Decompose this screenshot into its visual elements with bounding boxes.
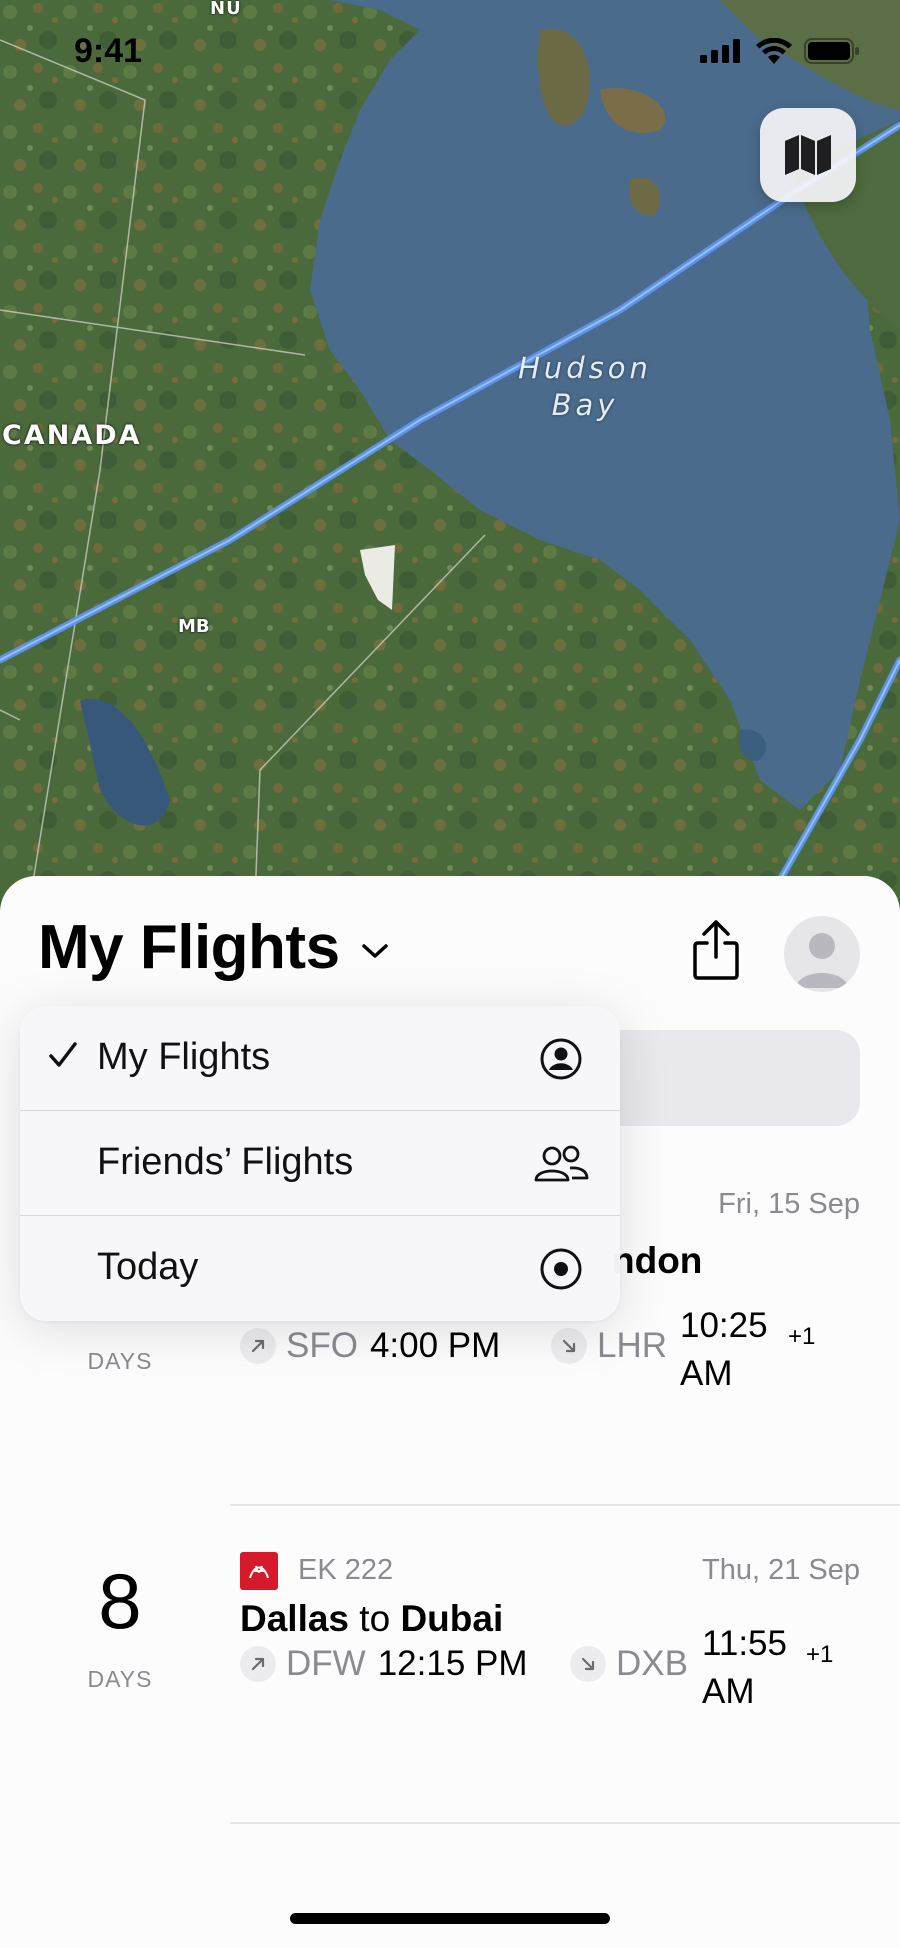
map-label-hudson-bay: Hudson Bay: [518, 351, 652, 422]
battery-icon: [804, 38, 859, 64]
map-view[interactable]: NU CANADA MB Hudson Bay 9:41: [0, 0, 900, 900]
arrival-info: DXB: [570, 1644, 700, 1684]
map-mode-button[interactable]: [760, 108, 856, 202]
status-icons: [700, 38, 860, 64]
days-label: DAYS: [87, 1666, 153, 1692]
departure-code: DFW: [286, 1644, 366, 1683]
map-label-nu: NU: [210, 0, 242, 19]
flight-date: Thu, 21 Sep: [702, 1554, 860, 1586]
person-circle-icon: [538, 1036, 584, 1082]
flights-filter-button[interactable]: My Flights: [38, 912, 390, 983]
menu-item-friends-flights[interactable]: Friends’ Flights: [20, 1111, 620, 1216]
route-title: Dallas to Dubai: [240, 1598, 504, 1639]
flight-date: Fri, 15 Sep: [718, 1188, 860, 1220]
wifi-icon: [756, 38, 792, 64]
arrival-time: 10:25 AM: [680, 1306, 768, 1393]
sheet-title: My Flights: [38, 913, 340, 982]
two-people-icon: [532, 1141, 590, 1187]
departure-arrow-icon: [240, 1328, 276, 1364]
days-count: 8: [98, 1557, 142, 1645]
menu-item-label: Today: [97, 1246, 199, 1288]
share-icon: [693, 920, 739, 980]
days-label: DAYS: [87, 1348, 153, 1374]
flight-number: EK 222: [298, 1554, 394, 1586]
map-label-mb: MB: [178, 616, 210, 637]
menu-item-my-flights[interactable]: My Flights: [20, 1006, 620, 1111]
departure-time: 4:00 PM: [369, 1326, 501, 1365]
card-divider: [230, 1822, 900, 1824]
arrival-arrow-icon: [570, 1646, 606, 1682]
route-title: ndon: [612, 1240, 703, 1281]
arrival-time: 11:55 AM: [702, 1624, 787, 1711]
flight-card[interactable]: 8 DAYS EK 222 Thu, 21 Sep Dallas to Duba…: [0, 1506, 900, 1824]
cellular-signal-icon: [700, 39, 740, 63]
arrival-day-offset: +1: [788, 1323, 816, 1350]
person-icon: [796, 933, 848, 988]
menu-item-label: Friends’ Flights: [97, 1141, 354, 1183]
arrival-info: LHR: [551, 1326, 679, 1366]
map-label-canada: CANADA: [2, 420, 142, 451]
departure-info: DFW 12:15 PM: [240, 1644, 528, 1684]
emirates-logo-icon: [240, 1552, 278, 1590]
menu-item-today[interactable]: Today: [20, 1216, 620, 1321]
target-icon: [538, 1246, 584, 1292]
chevron-down-icon: [361, 943, 388, 958]
checkmark-icon: [49, 1042, 77, 1067]
departure-arrow-icon: [240, 1646, 276, 1682]
share-button[interactable]: [688, 914, 744, 986]
departure-code: SFO: [286, 1326, 358, 1365]
arrival-code: LHR: [597, 1326, 668, 1365]
arrival-arrow-icon: [551, 1328, 587, 1364]
map-icon: [785, 135, 831, 175]
menu-item-label: My Flights: [97, 1036, 271, 1078]
departure-time: 12:15 PM: [377, 1644, 528, 1683]
status-time: 9:41: [74, 32, 143, 70]
flights-filter-menu: My Flights Friends’ Flights Today: [20, 1006, 620, 1321]
departure-info: SFO 4:00 PM: [240, 1326, 500, 1366]
home-indicator[interactable]: [290, 1913, 610, 1924]
arrival-day-offset: +1: [806, 1641, 834, 1668]
arrival-code: DXB: [616, 1644, 688, 1683]
profile-avatar-button[interactable]: [784, 916, 860, 992]
